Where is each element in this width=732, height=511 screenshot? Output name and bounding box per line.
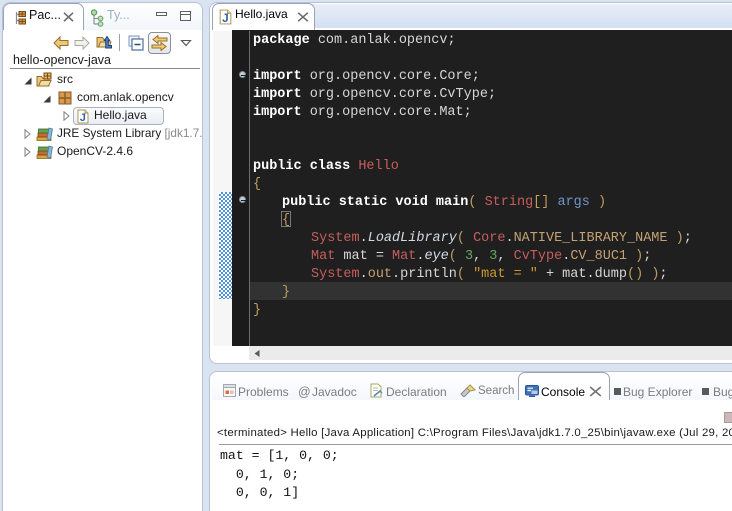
svg-text:J: J bbox=[222, 12, 229, 25]
svg-text:J: J bbox=[80, 112, 86, 124]
